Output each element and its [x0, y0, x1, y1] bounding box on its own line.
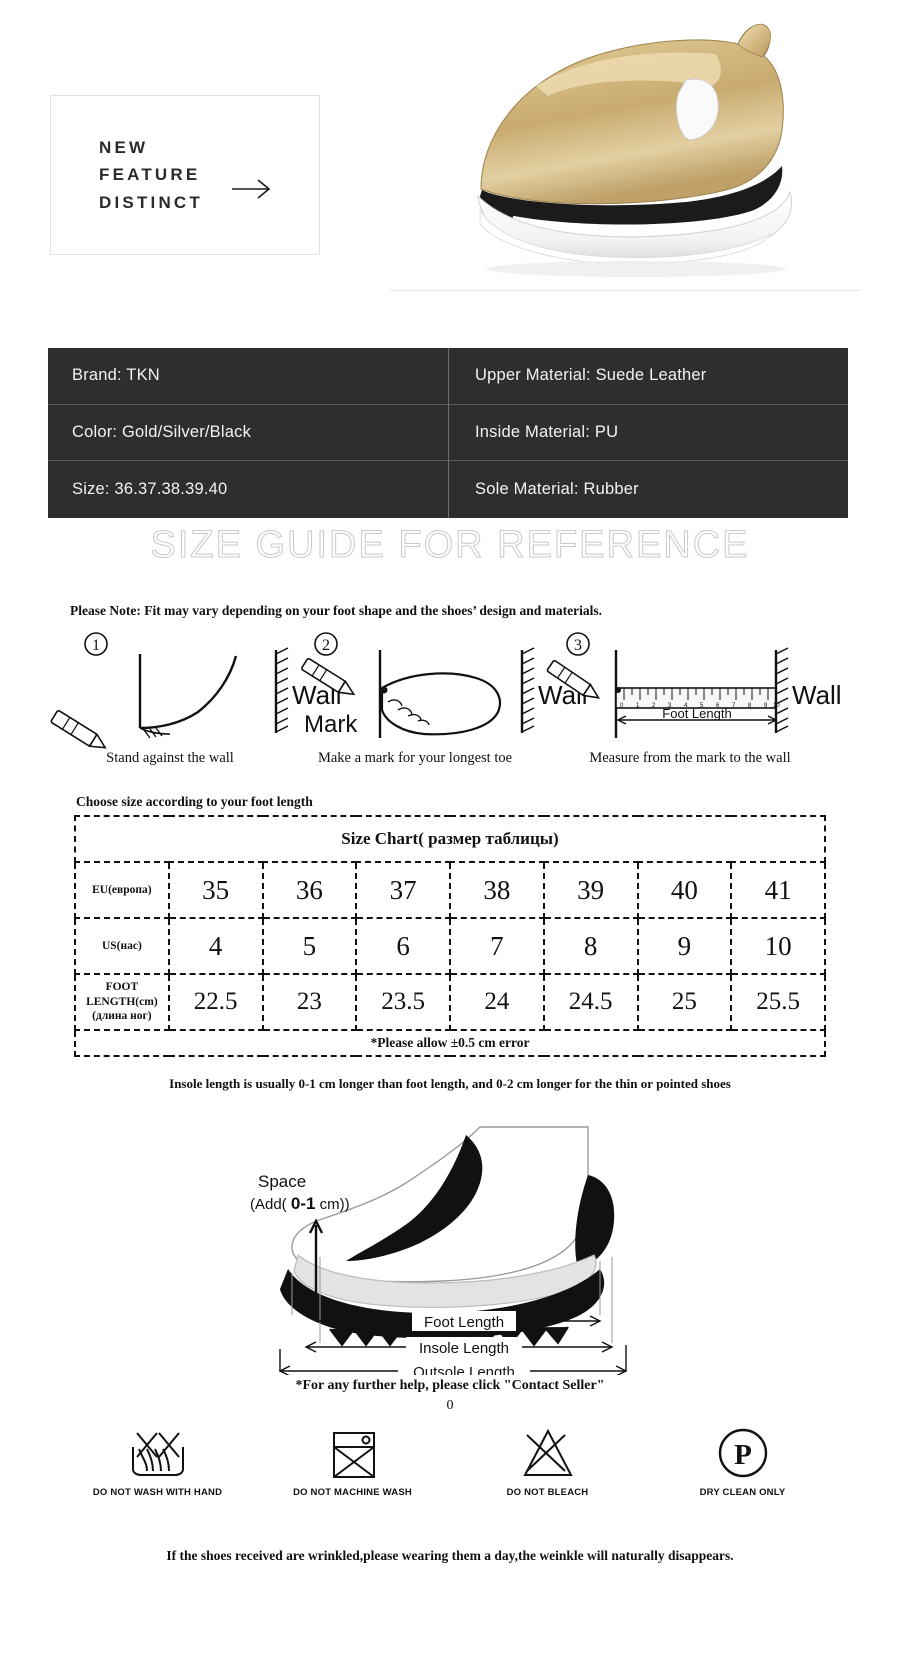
- product-spec-table: Brand: TKN Upper Material: Suede Leather…: [48, 348, 848, 518]
- table-row: *Please allow ±0.5 cm error: [74, 1029, 826, 1057]
- spec-sole-material: Sole Material: Rubber: [448, 461, 848, 518]
- eu-size-cell: 35: [167, 861, 264, 919]
- us-size-cell: 10: [730, 917, 826, 975]
- foot-length-cell: 23.5: [355, 973, 451, 1031]
- hero-divider: [390, 290, 860, 291]
- step-2-illustration: 2 Mark Wall: [301, 632, 588, 738]
- foot-length-cell: 24.5: [542, 973, 639, 1031]
- foot-length-cell: 25.5: [730, 973, 826, 1031]
- step-3-illustration: 3 0 1 2 3 4 5 6 7 8 9 10 Foot Length Wal…: [546, 632, 842, 738]
- do-not-hand-wash-icon: [131, 1432, 184, 1476]
- space-label: Space: [258, 1172, 306, 1191]
- step-3-wall-label: Wall: [792, 680, 842, 710]
- hero-banner: NEW FEATURE DISTINCT: [0, 0, 900, 318]
- svg-text:3: 3: [574, 637, 582, 654]
- row-header-foot-length: FOOT LENGTH(cm) (длина ног): [74, 973, 170, 1031]
- step-1-illustration: 1 Wall: [50, 632, 342, 749]
- foot-length-header-line1: FOOT LENGTH(cm): [86, 981, 158, 1008]
- svg-text:P: P: [734, 1439, 752, 1471]
- size-chart-title-row: Size Chart( размер таблицы): [74, 815, 826, 863]
- wrinkle-footer-note: If the shoes received are wrinkled,pleas…: [166, 1548, 734, 1563]
- table-row: FOOT LENGTH(cm) (длина ног) 22.5 23 23.5…: [74, 973, 826, 1031]
- insole-length-dimension-label: Insole Length: [419, 1340, 509, 1357]
- us-size-cell: 8: [542, 917, 639, 975]
- contact-seller-note: *For any further help, please click "Con…: [295, 1378, 605, 1393]
- eu-size-cell: 38: [449, 861, 545, 919]
- eu-size-cell: 36: [261, 861, 358, 919]
- table-row: EU(европа) 35 36 37 38 39 40 41: [74, 861, 826, 919]
- foot-insole-outsole-diagram: Space (Add( 0-1 cm)) Foot Length Insole …: [250, 1126, 628, 1375]
- foot-length-header-line2: (длина ног): [92, 1010, 152, 1023]
- foot-length-cell: 22.5: [167, 973, 264, 1031]
- us-size-cell: 4: [167, 917, 264, 975]
- choose-size-label: Choose size according to your foot lengt…: [76, 794, 313, 809]
- eu-size-cell: 41: [730, 861, 826, 919]
- do-not-machine-wash-icon: [332, 1432, 375, 1478]
- hero-slogan: NEW FEATURE DISTINCT: [99, 134, 203, 217]
- care-item: DO NOT MACHINE WASH: [255, 1425, 450, 1540]
- hero-text-box: NEW FEATURE DISTINCT: [50, 95, 320, 255]
- dry-clean-only-icon: P: [718, 1428, 767, 1478]
- eu-size-cell: 40: [636, 861, 733, 919]
- step-1-caption: Stand against the wall: [106, 750, 234, 766]
- us-size-cell: 7: [449, 917, 545, 975]
- space-sub-label: (Add( 0-1 cm)): [250, 1194, 350, 1213]
- us-size-cell: 6: [355, 917, 451, 975]
- hero-line-2: FEATURE: [99, 165, 201, 185]
- eu-size-cell: 37: [355, 861, 451, 919]
- row-header-eu: EU(европа): [74, 861, 170, 919]
- care-label: DO NOT MACHINE WASH: [293, 1487, 412, 1498]
- hero-line-3: DISTINCT: [99, 192, 203, 212]
- outsole-length-dimension-label: Outsole Length: [413, 1364, 515, 1375]
- foot-length-cell: 25: [636, 973, 733, 1031]
- size-chart-title: Size Chart( размер таблицы): [74, 815, 826, 863]
- step-3-caption: Measure from the mark to the wall: [589, 750, 791, 766]
- fit-note: Please Note: Fit may vary depending on y…: [70, 603, 603, 618]
- arrow-right-icon: [232, 179, 271, 199]
- size-guide-title: SIZE GUIDE FOR REFERENCE: [150, 524, 750, 567]
- us-size-cell: 5: [261, 917, 358, 975]
- care-item: DO NOT BLEACH: [450, 1425, 645, 1540]
- step-2-mark-label: Mark: [304, 711, 358, 738]
- size-chart-table: Size Chart( размер таблицы) EU(европа) 3…: [74, 815, 826, 1057]
- care-instructions: DO NOT WASH WITH HAND DO NOT MACHINE WAS…: [60, 1425, 840, 1540]
- care-label: DO NOT WASH WITH HAND: [92, 1487, 223, 1498]
- svg-text:1: 1: [92, 637, 100, 654]
- spec-inside-material: Inside Material: PU: [448, 404, 848, 462]
- slip-on-sneaker-photo: [477, 23, 792, 277]
- table-row: US(нас) 4 5 6 7 8 9 10: [74, 917, 826, 975]
- svg-text:2: 2: [322, 637, 330, 654]
- care-label: DRY CLEAN ONLY: [699, 1487, 786, 1498]
- foot-length-cell: 23: [261, 973, 358, 1031]
- eu-size-cell: 39: [542, 861, 639, 919]
- row-header-us: US(нас): [74, 917, 170, 975]
- spec-brand: Brand: TKN: [48, 348, 448, 405]
- foot-length-cell: 24: [449, 973, 545, 1031]
- size-error-note: *Please allow ±0.5 cm error: [74, 1029, 826, 1057]
- foot-length-dimension-label: Foot Length: [424, 1314, 504, 1331]
- insole-length-note: Insole length is usually 0-1 cm longer t…: [169, 1076, 731, 1091]
- hero-line-1: NEW: [99, 137, 149, 157]
- care-item: P DRY CLEAN ONLY: [645, 1425, 840, 1540]
- step-3-foot-length-label: Foot Length: [662, 706, 731, 721]
- spec-size: Size: 36.37.38.39.40: [72, 480, 228, 499]
- step-2-caption: Make a mark for your longest toe: [317, 750, 513, 766]
- care-label: DO NOT BLEACH: [506, 1487, 589, 1498]
- spec-upper-material: Upper Material: Suede Leather: [448, 348, 848, 405]
- zero-text: 0: [446, 1398, 454, 1413]
- do-not-bleach-icon: [522, 1428, 573, 1476]
- spec-color: Color: Gold/Silver/Black: [48, 405, 448, 462]
- care-item: DO NOT WASH WITH HAND: [60, 1425, 255, 1540]
- us-size-cell: 9: [636, 917, 733, 975]
